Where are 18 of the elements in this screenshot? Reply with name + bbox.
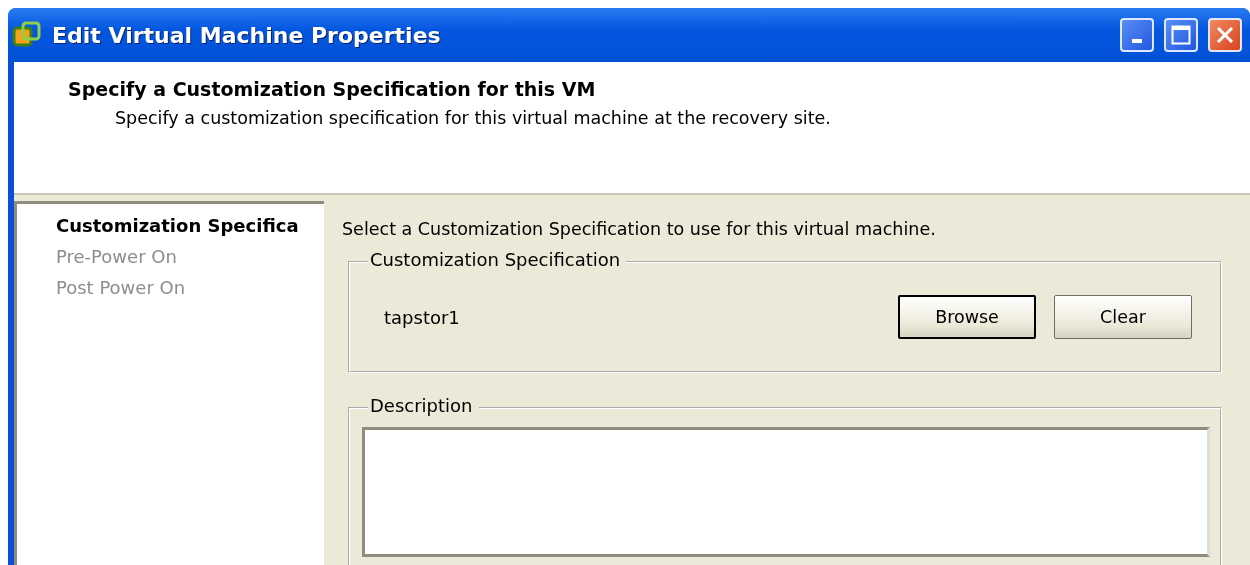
page-subtitle: Specify a customization specification for this virtual machine at the recovery site. [115,108,832,128]
maximize-button[interactable] [1164,18,1198,52]
maximize-icon [1171,25,1191,45]
spec-name: tapstor1 [384,306,461,328]
step-item[interactable]: Customization Specifica [56,210,324,241]
instruction-text: Select a Customization Specification to use for this virtual machine. [342,219,937,239]
dialog-button[interactable]: Clear [1054,295,1192,339]
minimize-icon [1132,39,1142,43]
app-logo-icon [12,20,42,50]
close-button[interactable] [1208,18,1242,52]
window-title: Edit Virtual Machine Properties [52,22,442,48]
page-heading: Specify a Customization Specification for this VM [68,78,597,100]
group-legend: Customization Specification [368,249,627,270]
group-legend: Description [368,395,479,416]
close-icon [1215,25,1235,45]
description-field[interactable] [362,427,1210,557]
dialog-button[interactable]: Browse [898,295,1036,339]
minimize-button[interactable] [1120,18,1154,52]
